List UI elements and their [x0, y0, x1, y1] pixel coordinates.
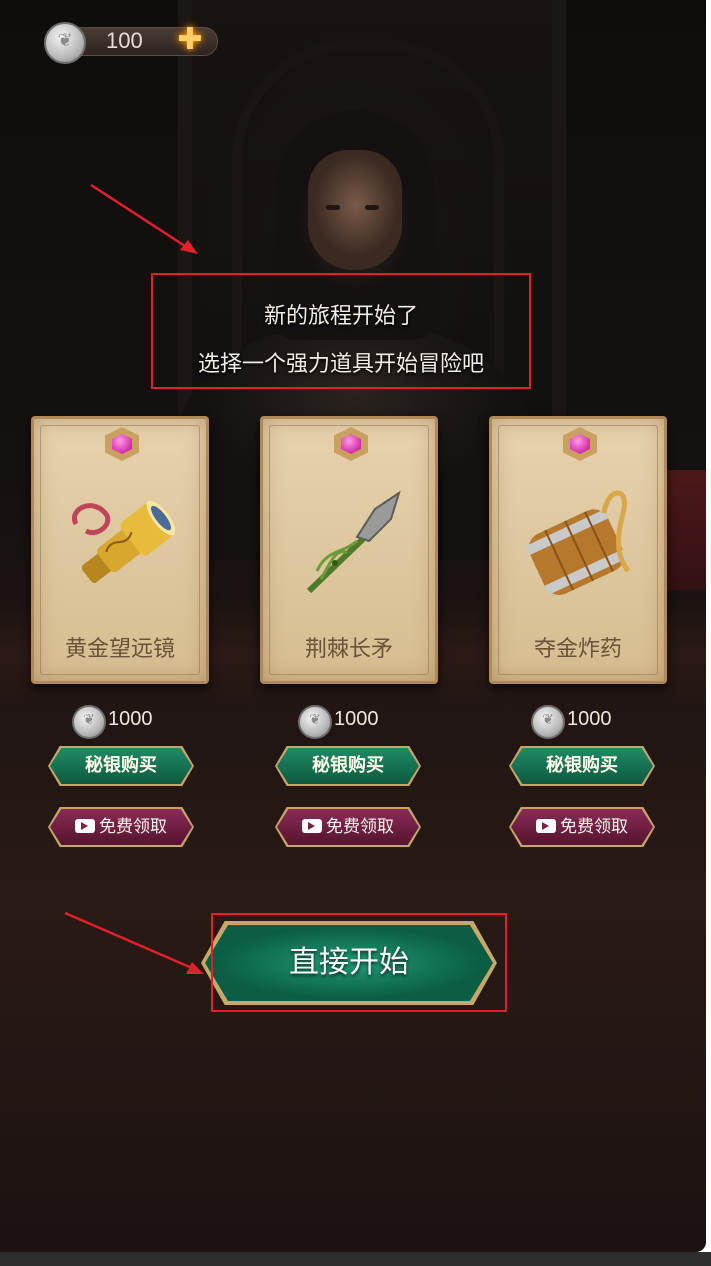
free-claim-button[interactable]: 免费领取	[511, 809, 653, 845]
mithril-buy-button[interactable]: 秘银购买	[277, 748, 419, 784]
free-claim-label: 免费领取	[560, 817, 628, 837]
free-claim-label: 免费领取	[326, 817, 394, 837]
rarity-gem-icon	[105, 427, 139, 461]
message-line-1: 新的旅程开始了	[263, 304, 418, 329]
silver-coin-icon	[298, 705, 332, 739]
bottom-bar	[0, 1252, 711, 1266]
thorn-spear-icon	[306, 490, 401, 594]
silver-coin-icon	[72, 705, 106, 739]
card-title: 夺金炸药	[533, 637, 622, 662]
video-icon	[536, 819, 556, 833]
game-screen: 100 ✚ 新的旅程开始了 选择一个强力道具开始冒险吧 黄金望远镜	[0, 0, 706, 1252]
free-claim-button[interactable]: 免费领取	[277, 809, 419, 845]
currency-display: 100 ✚	[44, 22, 218, 64]
item-card-golden-telescope[interactable]: 黄金望远镜	[31, 416, 209, 684]
video-icon	[302, 819, 322, 833]
card-title: 黄金望远镜	[64, 637, 175, 662]
mithril-buy-button[interactable]: 秘银购买	[50, 748, 192, 784]
red-arrow-icon	[64, 911, 204, 974]
item-card-thorn-spear[interactable]: 荆棘长矛	[260, 416, 438, 684]
item-card-gunpowder-barrel[interactable]: 夺金炸药	[489, 416, 667, 684]
message-line-2: 选择一个强力道具开始冒险吧	[197, 352, 484, 377]
rarity-gem-icon	[334, 427, 368, 461]
highlight-box	[211, 913, 507, 1012]
rarity-gem-icon	[563, 427, 597, 461]
price-value: 1000	[334, 708, 379, 730]
price-tag: 1000	[531, 705, 651, 739]
silver-coin-icon	[531, 705, 565, 739]
golden-telescope-icon	[72, 500, 176, 583]
red-arrow-icon	[90, 183, 198, 254]
character-eye	[365, 205, 379, 210]
silver-coin-icon	[44, 22, 86, 64]
character-face	[308, 150, 402, 270]
card-title: 荆棘长矛	[304, 637, 393, 662]
plus-icon[interactable]: ✚	[176, 25, 204, 55]
price-tag: 1000	[298, 705, 418, 739]
currency-amount: 100	[106, 28, 143, 53]
free-claim-label: 免费领取	[99, 817, 167, 837]
gunpowder-barrel-icon	[525, 490, 631, 595]
price-value: 1000	[567, 708, 612, 730]
video-icon	[75, 819, 95, 833]
price-tag: 1000	[72, 705, 192, 739]
mithril-buy-button[interactable]: 秘银购买	[511, 748, 653, 784]
free-claim-button[interactable]: 免费领取	[50, 809, 192, 845]
price-value: 1000	[108, 708, 153, 730]
character-eye	[326, 205, 340, 210]
